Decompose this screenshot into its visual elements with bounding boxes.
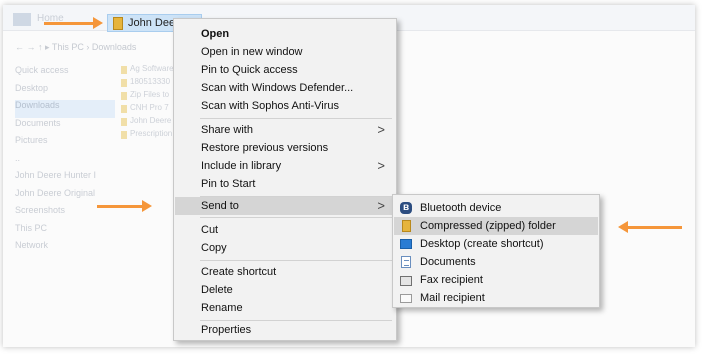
menu-item-rename[interactable]: Rename (175, 299, 395, 317)
annotation-arrow-file (44, 17, 103, 29)
file-list: Ag Software 180513330 Zip Files to CNH P… (121, 64, 181, 142)
nav-item-pictures[interactable]: Pictures (15, 135, 115, 153)
submenu-item-label: Mail recipient (420, 292, 485, 304)
send-to-compressed-folder[interactable]: Compressed (zipped) folder (394, 217, 598, 235)
navigation-pane: Quick access Desktop Downloads Documents… (15, 65, 115, 258)
file-row[interactable]: John Deere (121, 116, 181, 129)
submenu-item-label: Desktop (create shortcut) (420, 238, 544, 250)
chevron-right-icon: > (377, 198, 385, 213)
send-to-desktop[interactable]: Desktop (create shortcut) (394, 235, 598, 253)
menu-item-restore-versions[interactable]: Restore previous versions (175, 139, 395, 157)
send-to-mail[interactable]: Mail recipient (394, 289, 598, 307)
context-menu: Open Open in new window Pin to Quick acc… (173, 18, 397, 341)
documents-icon (401, 256, 411, 268)
menu-item-open-new-window[interactable]: Open in new window (175, 43, 395, 61)
menu-item-label: Include in library (201, 160, 282, 172)
zip-folder-icon (113, 17, 123, 30)
menu-item-send-to[interactable]: Send to > (175, 197, 395, 215)
nav-item-quick-access[interactable]: Quick access (15, 65, 115, 83)
mail-icon (400, 294, 412, 303)
menu-item-pin-start[interactable]: Pin to Start (175, 175, 395, 193)
annotation-arrow-compressed (618, 221, 682, 233)
menu-item-pin-quick-access[interactable]: Pin to Quick access (175, 61, 395, 79)
send-to-fax[interactable]: Fax recipient (394, 271, 598, 289)
nav-item-network[interactable]: Network (15, 240, 115, 258)
submenu-item-label: Fax recipient (420, 274, 483, 286)
submenu-item-label: Documents (420, 256, 476, 268)
submenu-item-label: Bluetooth device (420, 202, 502, 214)
file-menu-tab[interactable] (13, 13, 31, 26)
menu-item-label: Send to (201, 200, 239, 212)
file-row[interactable]: 180513330 (121, 77, 181, 90)
submenu-item-label: Compressed (zipped) folder (420, 220, 556, 232)
menu-separator (200, 217, 392, 218)
chevron-right-icon: > (377, 122, 385, 137)
file-row[interactable]: CNH Pro 7 (121, 103, 181, 116)
zip-folder-icon (402, 220, 411, 232)
nav-item-john-deere-original[interactable]: John Deere Original (15, 188, 115, 206)
menu-item-label: Share with (201, 124, 253, 136)
send-to-bluetooth[interactable]: Bluetooth device (394, 199, 598, 217)
menu-item-include-library[interactable]: Include in library > (175, 157, 395, 175)
file-row[interactable]: Prescription (121, 129, 181, 142)
menu-item-share-with[interactable]: Share with > (175, 121, 395, 139)
file-row[interactable]: Ag Software (121, 64, 181, 77)
fax-icon (400, 276, 412, 286)
menu-item-scan-sophos[interactable]: Scan with Sophos Anti-Virus (175, 97, 395, 115)
menu-item-create-shortcut[interactable]: Create shortcut (175, 263, 395, 281)
menu-item-scan-defender[interactable]: Scan with Windows Defender... (175, 79, 395, 97)
send-to-submenu: Bluetooth device Compressed (zipped) fol… (392, 194, 600, 308)
bluetooth-icon (400, 199, 412, 217)
nav-item-downloads[interactable]: Downloads (15, 100, 115, 118)
menu-item-open[interactable]: Open (175, 25, 395, 43)
menu-item-properties[interactable]: Properties (175, 321, 395, 339)
nav-item-parent[interactable]: .. (15, 153, 115, 171)
menu-item-delete[interactable]: Delete (175, 281, 395, 299)
send-to-documents[interactable]: Documents (394, 253, 598, 271)
file-row[interactable]: Zip Files to (121, 90, 181, 103)
menu-item-copy[interactable]: Copy (175, 239, 395, 257)
address-bar[interactable]: ← → ↑ ▸ This PC › Downloads (15, 42, 136, 53)
nav-item-documents[interactable]: Documents (15, 118, 115, 136)
menu-item-cut[interactable]: Cut (175, 221, 395, 239)
chevron-right-icon: > (377, 158, 385, 173)
desktop-icon (400, 239, 412, 249)
annotation-arrow-send-to (97, 200, 152, 212)
menu-separator (200, 260, 392, 261)
nav-item-john-deere-hunter[interactable]: John Deere Hunter I (15, 170, 115, 188)
menu-separator (200, 118, 392, 119)
nav-item-desktop[interactable]: Desktop (15, 83, 115, 101)
nav-item-this-pc[interactable]: This PC (15, 223, 115, 241)
